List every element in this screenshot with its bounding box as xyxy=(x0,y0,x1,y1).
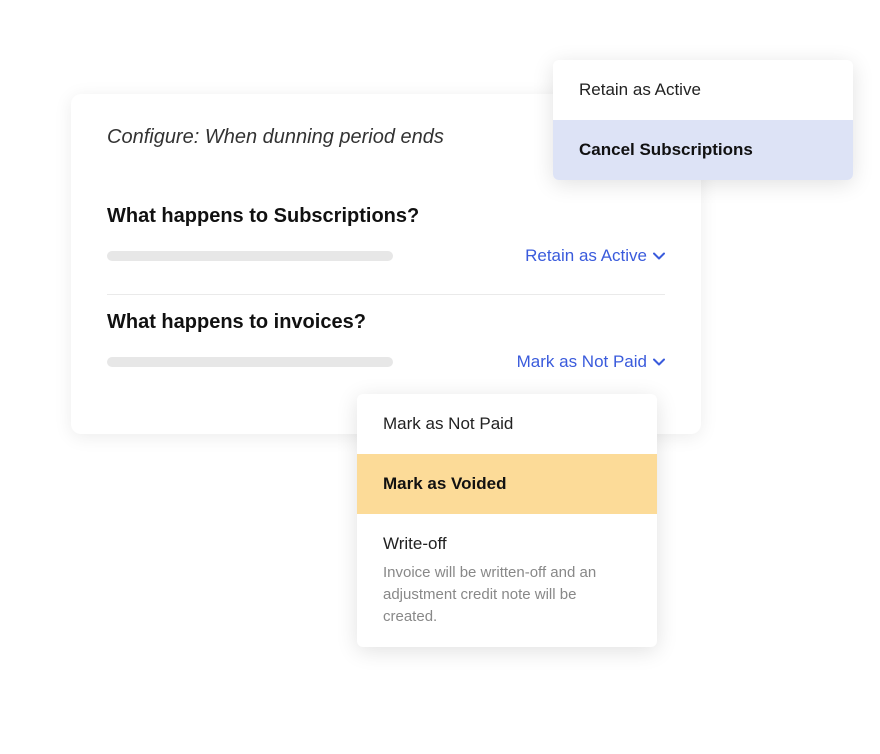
placeholder-bar xyxy=(107,357,393,367)
popover-item-retain-active[interactable]: Retain as Active xyxy=(553,60,853,120)
popover-item-label: Mark as Not Paid xyxy=(383,414,513,433)
invoices-dropdown-trigger[interactable]: Mark as Not Paid xyxy=(517,352,665,372)
section-subscriptions: What happens to Subscriptions? Retain as… xyxy=(107,189,665,294)
chevron-down-icon xyxy=(653,358,665,366)
subscriptions-dropdown-trigger[interactable]: Retain as Active xyxy=(525,246,665,266)
popover-item-label: Cancel Subscriptions xyxy=(579,140,753,159)
popover-item-desc: Invoice will be written-off and an adjus… xyxy=(383,562,631,627)
popover-item-label: Mark as Voided xyxy=(383,474,506,493)
section-invoices: What happens to invoices? Mark as Not Pa… xyxy=(107,294,665,400)
subscriptions-dropdown-label: Retain as Active xyxy=(525,246,647,266)
subscriptions-popover: Retain as Active Cancel Subscriptions xyxy=(553,60,853,180)
invoices-dropdown-label: Mark as Not Paid xyxy=(517,352,647,372)
popover-item-cancel-subscriptions[interactable]: Cancel Subscriptions xyxy=(553,120,853,180)
invoices-popover: Mark as Not Paid Mark as Voided Write-of… xyxy=(357,394,657,647)
section-subscriptions-title: What happens to Subscriptions? xyxy=(107,205,665,228)
popover-item-label: Retain as Active xyxy=(579,80,701,99)
popover-item-mark-voided[interactable]: Mark as Voided xyxy=(357,454,657,514)
section-invoices-title: What happens to invoices? xyxy=(107,311,665,334)
popover-item-label: Write-off xyxy=(383,534,447,553)
section-subscriptions-row: Retain as Active xyxy=(107,246,665,266)
chevron-down-icon xyxy=(653,252,665,260)
popover-item-mark-not-paid[interactable]: Mark as Not Paid xyxy=(357,394,657,454)
placeholder-bar xyxy=(107,251,393,261)
popover-item-write-off[interactable]: Write-off Invoice will be written-off an… xyxy=(357,514,657,647)
section-invoices-row: Mark as Not Paid xyxy=(107,352,665,372)
